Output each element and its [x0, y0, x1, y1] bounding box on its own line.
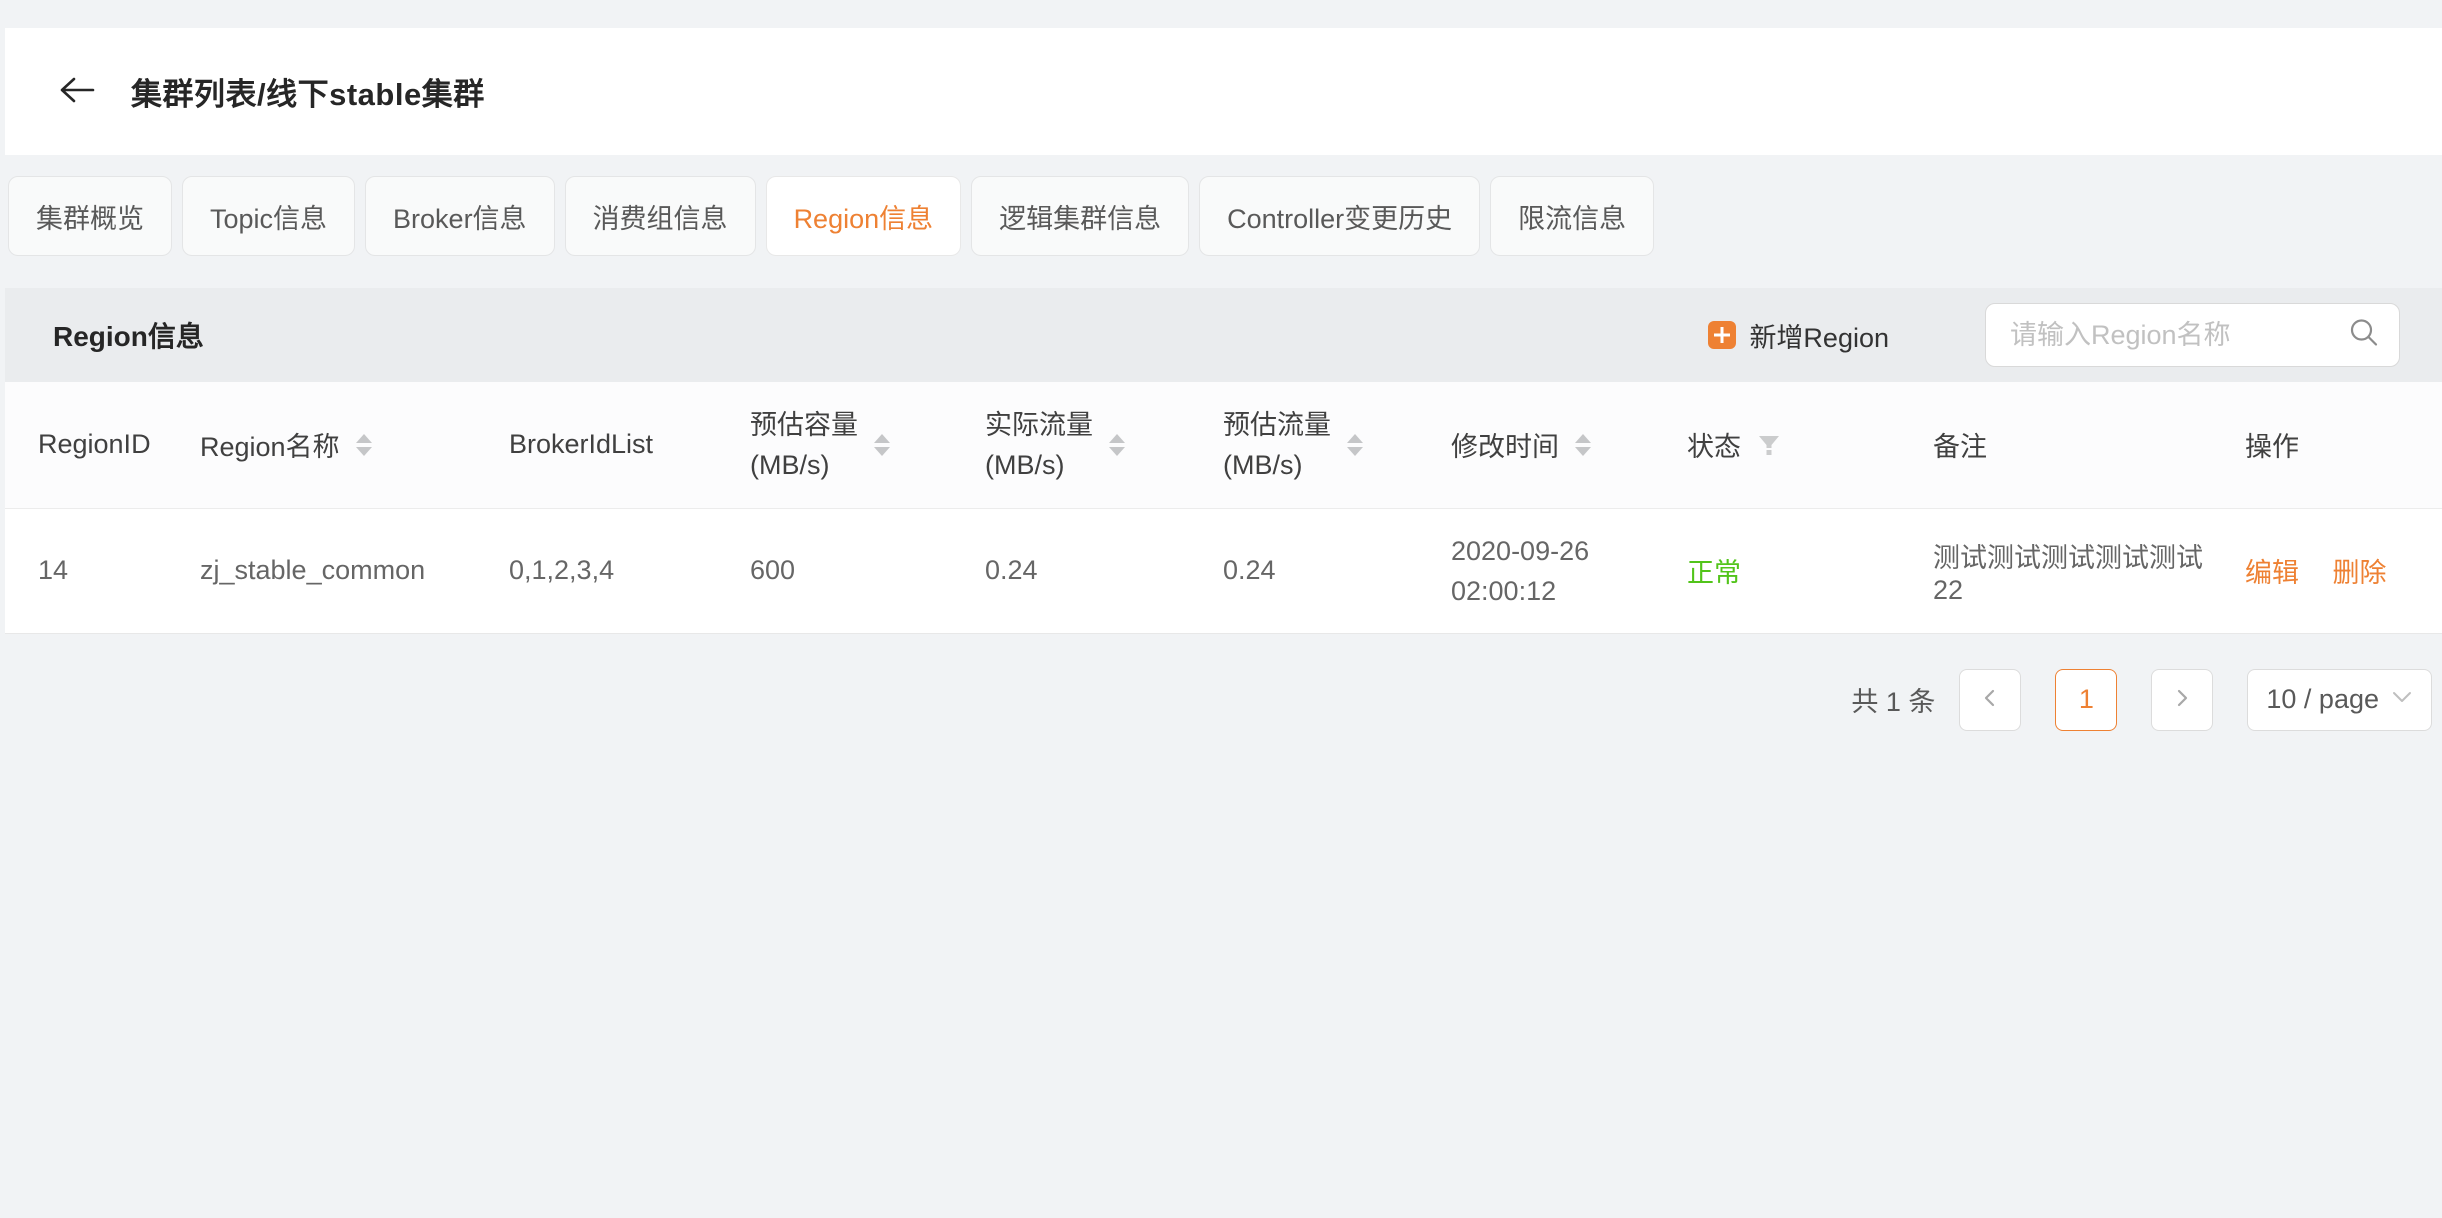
col-remark: 备注	[1905, 382, 2225, 508]
cell-actions: 编辑 删除	[2225, 508, 2442, 633]
col-status: 状态	[1665, 382, 1905, 508]
next-page-button[interactable]	[2151, 669, 2213, 731]
table-row: 14 zj_stable_common 0,1,2,3,4 600 0.24 0…	[5, 508, 2442, 633]
status-badge: 正常	[1687, 558, 1741, 588]
page-size-select[interactable]: 10 / page	[2247, 669, 2432, 731]
cell-modified-time: 2020-09-26 02:00:12	[1415, 508, 1665, 633]
tab-throttle-info[interactable]: 限流信息	[1490, 176, 1654, 256]
cell-estimated-traffic: 0.24	[1175, 508, 1415, 633]
delete-link[interactable]: 删除	[2333, 558, 2387, 588]
cell-remark: 测试测试测试测试测试22	[1905, 508, 2225, 633]
region-search-input[interactable]	[1985, 303, 2400, 367]
page-1-button[interactable]: 1	[2055, 669, 2117, 731]
pagination-total: 共 1 条	[1851, 680, 1935, 719]
prev-page-button[interactable]	[1959, 669, 2021, 731]
tab-logical-cluster-info[interactable]: 逻辑集群信息	[971, 176, 1189, 256]
tab-topic-info[interactable]: Topic信息	[182, 176, 355, 256]
arrow-left-icon	[57, 74, 97, 109]
chevron-right-icon	[2172, 687, 2192, 712]
col-region-name: Region名称	[192, 382, 507, 508]
tab-region-info[interactable]: Region信息	[766, 176, 962, 256]
region-panel-actions: 新增Region	[1708, 303, 2400, 367]
sort-icon[interactable]	[1109, 434, 1125, 456]
region-panel-title: Region信息	[53, 315, 204, 355]
region-panel: Region信息 新增Region	[5, 288, 2442, 634]
region-table: RegionID Region名称 BrokerIdList	[5, 382, 2442, 634]
region-panel-header: Region信息 新增Region	[5, 288, 2442, 382]
add-region-button[interactable]: 新增Region	[1708, 316, 1889, 355]
tab-bar: 集群概览 Topic信息 Broker信息 消费组信息 Region信息 逻辑集…	[8, 176, 2442, 256]
sort-icon[interactable]	[874, 434, 890, 456]
cell-status: 正常	[1665, 508, 1905, 633]
cell-region-id: 14	[5, 508, 192, 633]
col-estimated-traffic: 预估流量 (MB/s)	[1175, 382, 1415, 508]
table-header-row: RegionID Region名称 BrokerIdList	[5, 382, 2442, 508]
region-search-box	[1985, 303, 2400, 367]
tab-consumer-group-info[interactable]: 消费组信息	[565, 176, 756, 256]
plus-icon	[1708, 321, 1736, 349]
sort-icon[interactable]	[1575, 434, 1591, 456]
col-estimated-capacity: 预估容量 (MB/s)	[720, 382, 940, 508]
add-region-label: 新增Region	[1749, 316, 1889, 355]
back-button[interactable]	[57, 74, 97, 109]
tab-cluster-overview[interactable]: 集群概览	[8, 176, 172, 256]
col-region-id: RegionID	[5, 382, 192, 508]
cell-estimated-capacity: 600	[720, 508, 940, 633]
pagination: 共 1 条 1 10 / page	[5, 669, 2442, 731]
search-icon[interactable]	[2348, 317, 2380, 354]
page-header: 集群列表/线下stable集群	[5, 28, 2442, 155]
chevron-left-icon	[1980, 687, 2000, 712]
chevron-down-icon	[2391, 690, 2413, 709]
cell-region-name: zj_stable_common	[192, 508, 507, 633]
tab-controller-change-history[interactable]: Controller变更历史	[1199, 176, 1480, 256]
tab-broker-info[interactable]: Broker信息	[365, 176, 555, 256]
col-broker-id-list: BrokerIdList	[507, 382, 720, 508]
page-size-label: 10 / page	[2266, 684, 2379, 715]
cluster-detail-page: 集群列表/线下stable集群 集群概览 Topic信息 Broker信息 消费…	[0, 28, 2442, 1218]
page-title: 集群列表/线下stable集群	[131, 69, 485, 114]
edit-link[interactable]: 编辑	[2245, 558, 2299, 588]
filter-icon[interactable]	[1757, 433, 1781, 457]
col-actions: 操作	[2225, 382, 2442, 508]
cell-actual-traffic: 0.24	[940, 508, 1175, 633]
sort-icon[interactable]	[1347, 434, 1363, 456]
cell-broker-id-list: 0,1,2,3,4	[507, 508, 720, 633]
sort-icon[interactable]	[356, 434, 372, 456]
col-actual-traffic: 实际流量 (MB/s)	[940, 382, 1175, 508]
col-modified-time: 修改时间	[1415, 382, 1665, 508]
